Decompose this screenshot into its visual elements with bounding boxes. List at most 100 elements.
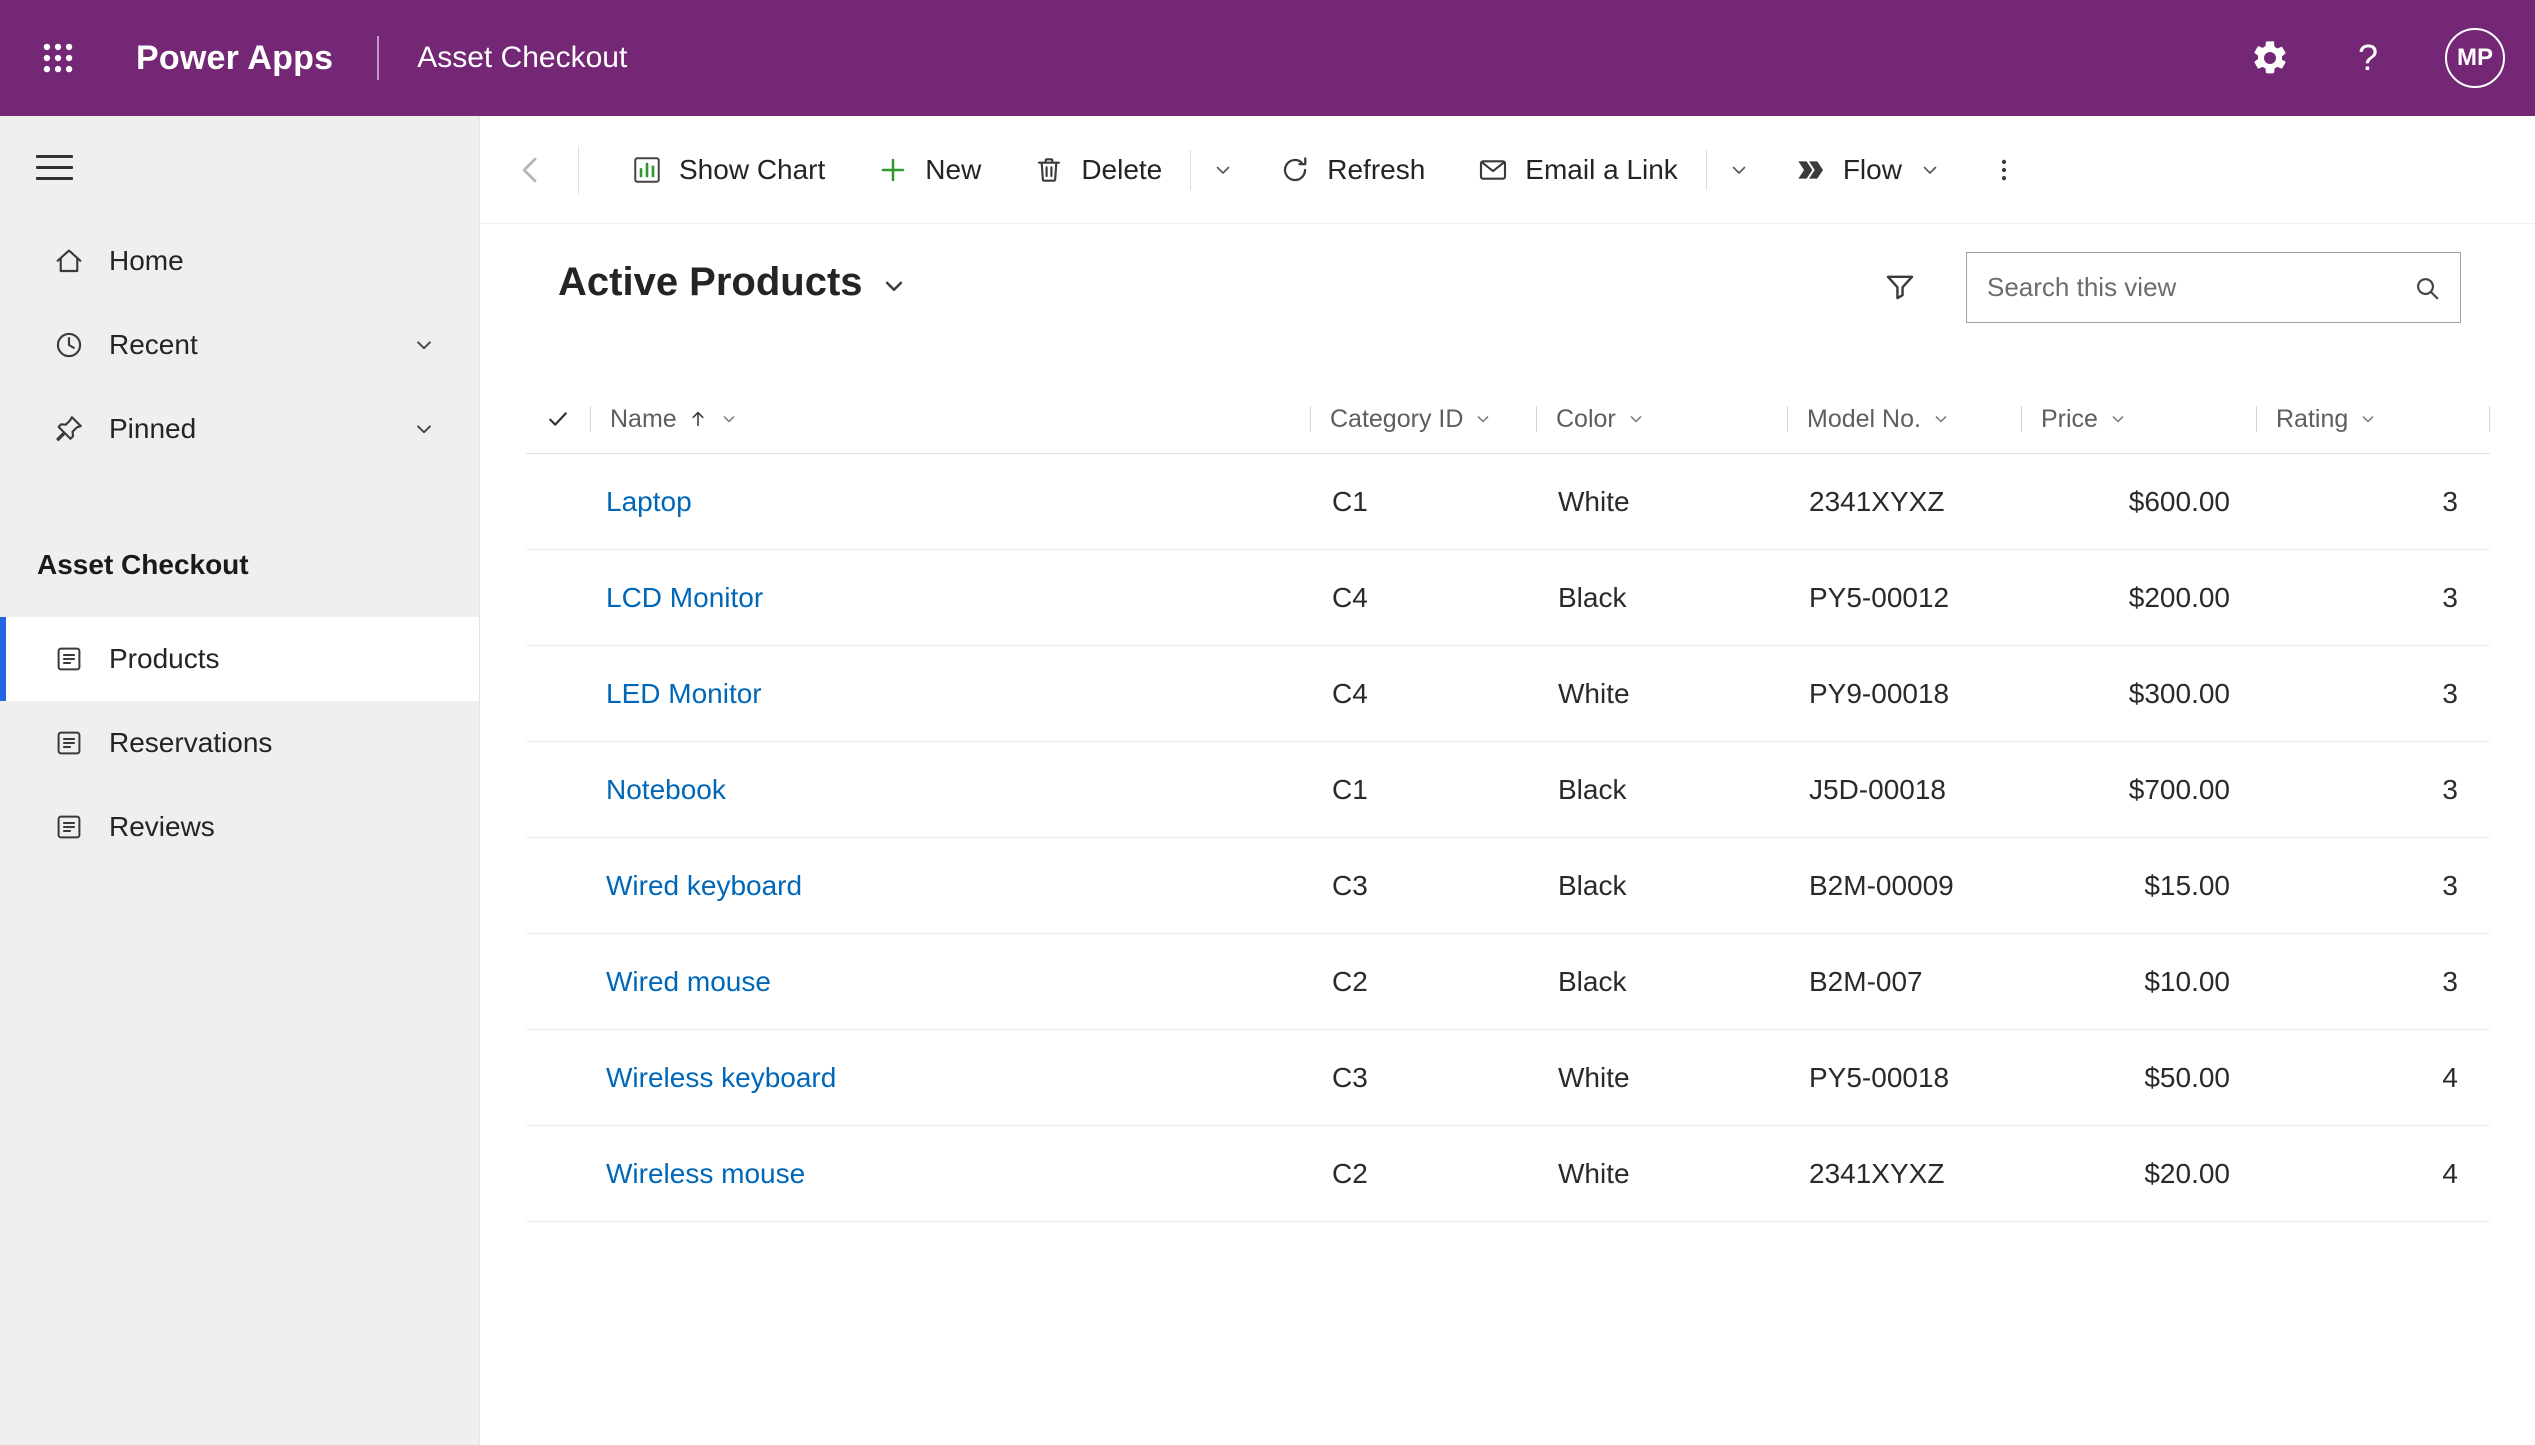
flow-dropdown-chevron-icon[interactable] [1918, 158, 1942, 182]
record-link[interactable]: Wireless mouse [606, 1158, 805, 1190]
new-button[interactable]: New [851, 116, 1007, 223]
row-select-cell[interactable] [526, 934, 590, 1029]
cell-model-no: 2341XYXZ [1809, 1157, 1945, 1189]
clock-icon [56, 332, 82, 358]
waffle-icon[interactable] [36, 36, 80, 80]
search-input[interactable] [1967, 272, 2412, 303]
search-icon[interactable] [2412, 273, 2442, 303]
column-header-color[interactable]: Color [1536, 385, 1787, 453]
cell-color: White [1558, 1061, 1630, 1093]
chevron-down-icon [2112, 416, 2124, 423]
cell-model-no: B2M-00009 [1809, 869, 1954, 901]
sidebar-item-label: Pinned [109, 413, 197, 444]
avatar[interactable]: MP [2445, 28, 2505, 88]
column-header-name[interactable]: Name [590, 385, 1310, 453]
chevron-down-icon [885, 281, 902, 291]
sidebar-item-label: Reservations [109, 727, 273, 758]
view-selector[interactable]: Active Products [558, 260, 909, 305]
sidebar-item-recent[interactable]: Recent [0, 303, 479, 387]
chevron-down-icon[interactable] [411, 416, 437, 442]
select-all-check-icon [549, 412, 567, 426]
column-header-model-no[interactable]: Model No. [1787, 385, 2021, 453]
cell-category-id: C4 [1332, 581, 1368, 613]
refresh-button[interactable]: Refresh [1253, 116, 1451, 223]
table-row[interactable]: LED Monitor C4 White PY9-00018 $300.00 3 [526, 646, 2490, 742]
record-link[interactable]: LED Monitor [606, 678, 762, 710]
sidebar-item-home[interactable]: Home [0, 219, 479, 303]
row-select-cell[interactable] [526, 838, 590, 933]
row-select-cell[interactable] [526, 454, 590, 549]
flow-button[interactable]: Flow [1769, 116, 1968, 223]
chevron-down-icon[interactable] [411, 332, 437, 358]
power-apps-window: Power Apps Asset Checkout ? MP Home Rece… [0, 0, 2535, 1445]
help-icon[interactable]: ? [2347, 37, 2389, 79]
record-link[interactable]: Wired mouse [606, 966, 771, 998]
filter-icon[interactable] [1882, 269, 1918, 305]
email-link-dropdown-chevron-icon[interactable] [1709, 158, 1769, 182]
table-row[interactable]: LCD Monitor C4 Black PY5-00012 $200.00 3 [526, 550, 2490, 646]
sidebar-item-label: Products [109, 643, 220, 674]
record-link[interactable]: Laptop [606, 486, 692, 518]
row-select-cell[interactable] [526, 742, 590, 837]
refresh-icon [1284, 156, 1307, 181]
chevron-down-icon [2362, 416, 2374, 423]
select-all-header[interactable] [526, 385, 590, 453]
column-header-rating[interactable]: Rating [2256, 385, 2490, 453]
cell-price: $700.00 [2128, 773, 2230, 805]
table-row[interactable]: Notebook C1 Black J5D-00018 $700.00 3 [526, 742, 2490, 838]
cell-price: $20.00 [2144, 1157, 2230, 1189]
cell-color: White [1558, 1157, 1630, 1189]
table-row[interactable]: Laptop C1 White 2341XYXZ $600.00 3 [526, 454, 2490, 550]
entity-icon [57, 815, 81, 839]
sidebar-item-reservations[interactable]: Reservations [0, 701, 479, 785]
app-shell: Home Recent Pinned Asset Checkout Produc… [0, 116, 2535, 1445]
show-chart-button[interactable]: Show Chart [605, 116, 851, 223]
cell-model-no: PY5-00012 [1809, 581, 1950, 613]
cell-color: Black [1558, 965, 1627, 997]
cell-rating: 3 [2442, 485, 2458, 517]
cell-color: Black [1558, 581, 1627, 613]
row-select-cell[interactable] [526, 646, 590, 741]
sidebar-item-label: Home [109, 245, 184, 276]
app-brand[interactable]: Power Apps [136, 39, 333, 78]
record-link[interactable]: LCD Monitor [606, 582, 763, 614]
sidebar-item-pinned[interactable]: Pinned [0, 387, 479, 471]
row-select-cell[interactable] [526, 1126, 590, 1221]
cell-price: $600.00 [2128, 485, 2230, 517]
sidebar-item-products[interactable]: Products [0, 617, 479, 701]
chevron-down-icon [1630, 416, 1642, 423]
sidebar-section-title: Asset Checkout [37, 549, 249, 580]
column-header-price[interactable]: Price [2021, 385, 2256, 453]
cell-price: $50.00 [2144, 1061, 2230, 1093]
record-link[interactable]: Notebook [606, 774, 726, 806]
sidebar-item-reviews[interactable]: Reviews [0, 785, 479, 869]
table-row[interactable]: Wireless mouse C2 White 2341XYXZ $20.00 … [526, 1126, 2490, 1222]
show-chart-icon [634, 156, 660, 183]
row-select-cell[interactable] [526, 1030, 590, 1125]
cell-color: White [1558, 485, 1630, 517]
flow-icon [1798, 160, 1823, 179]
table-row[interactable]: Wireless keyboard C3 White PY5-00018 $50… [526, 1030, 2490, 1126]
table-row[interactable]: Wired keyboard C3 Black B2M-00009 $15.00… [526, 838, 2490, 934]
chevron-down-icon [1478, 416, 1489, 423]
delete-dropdown-chevron-icon[interactable] [1193, 158, 1253, 182]
table-row[interactable]: Wired mouse C2 Black B2M-007 $10.00 3 [526, 934, 2490, 1030]
column-header-category-id[interactable]: Category ID [1310, 385, 1536, 453]
more-commands-button[interactable] [1982, 140, 2026, 200]
hamburger-icon[interactable] [36, 155, 73, 180]
email-a-link-button[interactable]: Email a Link [1451, 116, 1704, 223]
settings-gear-icon[interactable] [2249, 37, 2291, 79]
sidebar: Home Recent Pinned Asset Checkout Produc… [0, 116, 480, 1445]
cell-model-no: J5D-00018 [1809, 773, 1946, 805]
row-select-cell[interactable] [526, 550, 590, 645]
cell-color: Black [1558, 773, 1627, 805]
back-chevron-icon[interactable] [508, 148, 552, 192]
cell-price: $300.00 [2128, 677, 2230, 709]
record-link[interactable]: Wireless keyboard [606, 1062, 836, 1094]
cell-price: $10.00 [2144, 965, 2230, 997]
cell-model-no: PY5-00018 [1809, 1061, 1950, 1093]
delete-button[interactable]: Delete [1007, 116, 1188, 223]
app-title: Asset Checkout [417, 41, 628, 74]
record-link[interactable]: Wired keyboard [606, 870, 802, 902]
cell-price: $200.00 [2128, 581, 2230, 613]
